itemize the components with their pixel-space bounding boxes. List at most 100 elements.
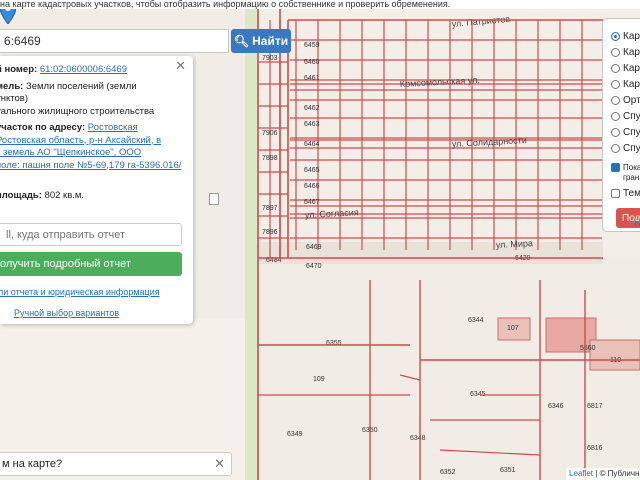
checkbox-label: Темн	[623, 188, 640, 199]
street-label: ул. Мира	[496, 238, 534, 250]
parcel-label[interactable]: 6344	[468, 317, 484, 324]
layer-label: Спут	[623, 143, 640, 154]
radio-icon[interactable]	[611, 128, 620, 137]
parcel-label[interactable]: 6349	[287, 431, 303, 438]
parcel-label[interactable]: 6469	[306, 244, 322, 251]
cadastral-number-label: й номер:	[0, 64, 38, 75]
layer-label: Орте	[623, 95, 640, 106]
radio-icon[interactable]	[611, 48, 620, 57]
layer-label: Карт	[623, 31, 640, 42]
parcel-label[interactable]: 7906	[262, 130, 278, 137]
radio-icon[interactable]	[611, 80, 620, 89]
category-value-cont: унктов)	[0, 93, 28, 104]
checkbox-label-line: гран	[623, 173, 640, 182]
parcel-label[interactable]: 6348	[410, 435, 426, 442]
radio-selected-icon[interactable]	[611, 32, 620, 41]
parcel-label[interactable]: 6817	[587, 403, 603, 410]
parcel-label[interactable]: 6461	[304, 75, 320, 82]
parcel-label[interactable]: 6355	[326, 340, 342, 347]
layers-panel: Карт Карт Карт Карт Орте Спут Спут Спут …	[602, 18, 640, 232]
search-icon: 🔍︎	[233, 34, 250, 48]
layer-label: Карт	[623, 79, 640, 90]
radio-icon[interactable]	[611, 64, 620, 73]
parcel-label[interactable]: 6351	[500, 467, 516, 474]
layer-option-3[interactable]: Карт	[611, 63, 640, 74]
layer-option-1[interactable]: Карт	[611, 31, 640, 42]
broken-image-icon	[209, 193, 219, 205]
green-strip	[245, 0, 258, 480]
hide-panel-link[interactable]: Н	[634, 218, 640, 228]
parcel-label[interactable]: 107	[507, 325, 519, 332]
get-report-button[interactable]: олучить подробный отчет	[0, 252, 182, 276]
category-row: мель: Земли поселений (земли	[0, 81, 183, 94]
layer-option-8[interactable]: Спут	[611, 143, 640, 154]
map-attribution: Leaflet | © Публичная	[566, 468, 640, 480]
usage-value: уального жилищного строительства	[0, 105, 155, 117]
address-line-4[interactable]: поле: пашня поле №5-69,179 га-5396.016/	[0, 160, 183, 173]
search-input[interactable]	[0, 30, 228, 52]
address-line-1[interactable]: Ростовская	[88, 122, 138, 133]
layer-label: Карт	[623, 47, 640, 58]
radio-icon[interactable]	[611, 144, 620, 153]
search-button[interactable]: 🔍︎ Найти	[231, 29, 291, 53]
parcel-label[interactable]: 6467	[304, 199, 320, 206]
attribution-text: | © Публичная	[595, 469, 640, 478]
layer-label: Спут	[623, 111, 640, 122]
parcel-label[interactable]: 6346	[548, 403, 564, 410]
cadastral-number-row: й номер: 61:02:0600006:6469	[0, 64, 183, 77]
parcel-label[interactable]: 7898	[262, 155, 278, 162]
parcel-label[interactable]: 6470	[306, 263, 322, 270]
category-value: Земли поселений (земли	[26, 80, 137, 92]
layer-label: Карт	[623, 63, 640, 74]
radio-icon[interactable]	[611, 112, 620, 121]
parcel-label[interactable]: 6462	[304, 105, 320, 112]
parcel-label[interactable]: 6816	[587, 445, 603, 452]
checkbox-icon[interactable]	[611, 189, 620, 198]
layer-label: Спут	[623, 127, 640, 138]
parcel-label[interactable]: 6352	[440, 469, 456, 476]
cadastral-number-link[interactable]: 61:02:0600006:6469	[40, 64, 127, 75]
parcel-label[interactable]: 6463	[304, 121, 320, 128]
checkbox-checked-icon[interactable]	[611, 163, 620, 172]
top-note: на карте кадастровых участков, чтобы ото…	[0, 0, 640, 9]
address-row: участок по адресу: Ростовская	[0, 122, 183, 135]
area-value: 802 кв.м.	[44, 190, 85, 201]
area-row: площадь: 802 кв.м.	[0, 190, 183, 203]
address-label: участок по адресу:	[0, 122, 86, 133]
layer-option-4[interactable]: Карт	[611, 79, 640, 90]
dark-mode-toggle[interactable]: Темн	[611, 188, 640, 199]
parcel-label[interactable]: 6460	[304, 59, 320, 66]
parcel-label[interactable]: 7896	[262, 229, 278, 236]
bottom-prompt-text: м на карте?	[2, 458, 63, 470]
parcel-label[interactable]: 109	[313, 376, 325, 383]
parcel-label[interactable]: 6466	[304, 183, 320, 190]
parcel-label[interactable]: 7897	[262, 205, 278, 212]
address-line-2[interactable]: Ростовская область, р-н Аксайский, в	[0, 135, 183, 148]
address-line-3[interactable]: з земель АО "Щепкинское", ООО	[0, 147, 183, 160]
layer-option-7[interactable]: Спут	[611, 127, 640, 138]
manual-selection-link[interactable]: Ручной выбор вариантов	[14, 307, 119, 320]
layer-option-6[interactable]: Спут	[611, 111, 640, 122]
area-label: площадь:	[0, 190, 42, 201]
parcel-label[interactable]: 7903	[262, 55, 278, 62]
search-button-label: Найти	[252, 34, 289, 48]
close-icon[interactable]: ✕	[214, 453, 225, 475]
bottom-prompt[interactable]: м на карте? ✕	[0, 452, 232, 476]
checkbox-label-line: Пока	[623, 163, 640, 172]
parcel-info-panel: ✕ й номер: 61:02:0600006:6469 мель: Земл…	[0, 56, 193, 324]
radio-icon[interactable]	[611, 96, 620, 105]
parcel-label[interactable]: 6465	[304, 167, 320, 174]
search-box[interactable]	[0, 29, 229, 53]
parcel-label[interactable]: 6459	[304, 42, 320, 49]
report-info-link[interactable]: ли отчета и юридическая информация	[0, 286, 160, 299]
checkbox-label: Пока гран	[623, 163, 640, 183]
show-boundaries-toggle[interactable]: Пока гран	[611, 163, 640, 183]
email-field[interactable]	[0, 223, 182, 246]
leaflet-link[interactable]: Leaflet	[569, 469, 593, 478]
close-icon[interactable]: ✕	[175, 59, 186, 73]
layer-option-2[interactable]: Карт	[611, 47, 640, 58]
parcel-label[interactable]: 6464	[304, 141, 320, 148]
layer-option-5[interactable]: Орте	[611, 95, 640, 106]
parcel-label[interactable]: 5660	[580, 345, 596, 352]
category-label: мель:	[0, 80, 24, 92]
